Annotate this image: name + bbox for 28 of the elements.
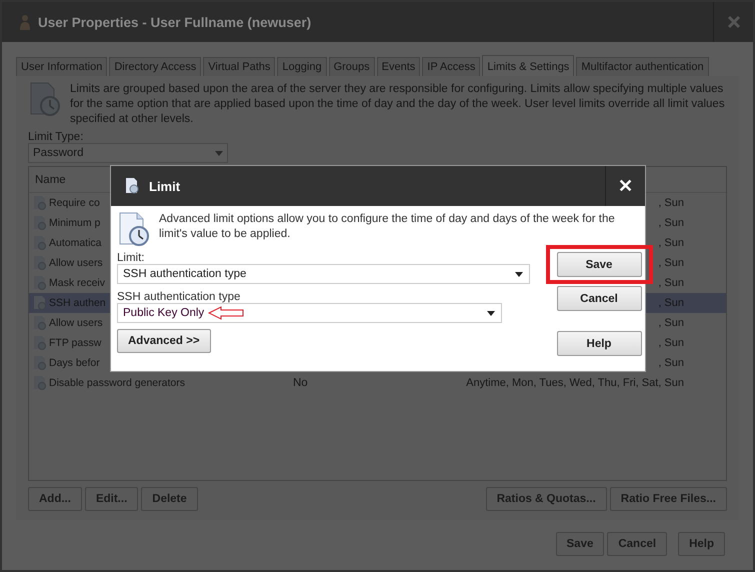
- dialog-title: Limit: [149, 178, 180, 194]
- description-text: Advanced limit options allow you to configure the time of day and days of the week for the limit's value to be applied.: [159, 212, 616, 242]
- table-cell: SSH authen: [49, 297, 106, 309]
- description-text: Limits are grouped based upon the area of the server they are responsible for configuring. Limits allow specifying multiple values for the same option that are applied based upon the time of day and the day of the week. User level limits override all limit values specified at other levels.: [70, 82, 726, 127]
- table-cell: , Sun: [658, 277, 684, 289]
- field-label: Limit Type:: [28, 131, 84, 143]
- table-cell: , Sun: [658, 257, 684, 269]
- field-label: SSH authentication type: [117, 291, 242, 303]
- table-cell: Allow users: [49, 257, 103, 269]
- field-label: Limit:: [117, 252, 146, 264]
- table-cell: Anytime, Mon, Tues, Wed, Thu, Fri, Sat, Sun: [466, 377, 684, 389]
- table-cell: , Sun: [658, 317, 684, 329]
- table-cell: Minimum p: [49, 217, 100, 229]
- table-cell: Allow users: [49, 317, 103, 329]
- table-cell: Mask receiv: [49, 277, 106, 289]
- table-cell: Disable password generators: [49, 377, 185, 389]
- table-cell: , Sun: [658, 357, 684, 369]
- table-cell: Automatica: [49, 237, 102, 249]
- window-title: User Properties - User Fullname (newuser): [38, 14, 312, 30]
- table-cell: No: [293, 377, 308, 389]
- table-cell: Days befor: [49, 357, 100, 369]
- table-cell: , Sun: [658, 237, 684, 249]
- table-cell: , Sun: [658, 297, 684, 309]
- table-cell: FTP passw: [49, 337, 102, 349]
- table-cell: , Sun: [658, 337, 684, 349]
- table-cell: , Sun: [658, 197, 684, 209]
- table-cell: , Sun: [658, 217, 684, 229]
- table-cell: Require co: [49, 197, 100, 209]
